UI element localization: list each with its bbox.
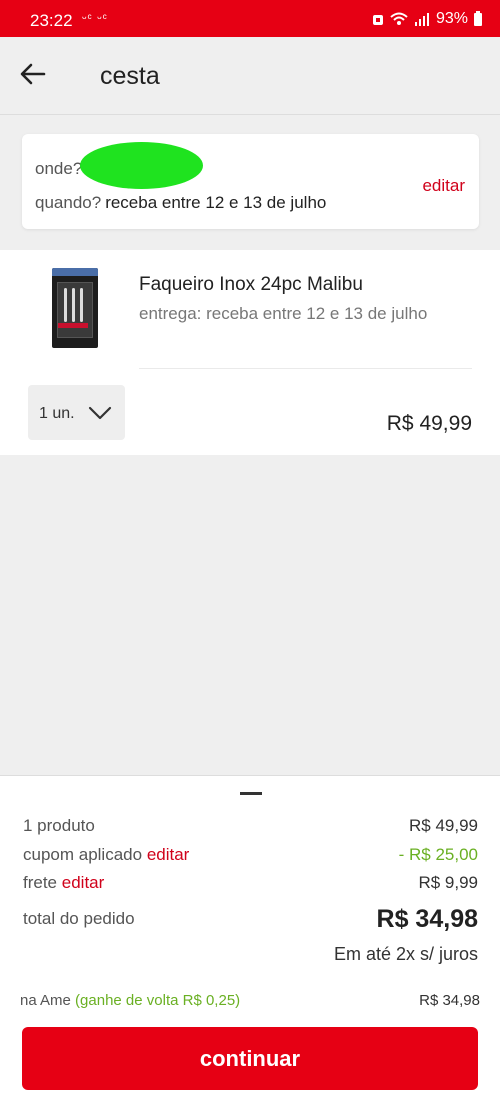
quando-label: quando? xyxy=(35,193,102,212)
quantity-value: 1 un. xyxy=(39,405,75,422)
installments-text: Em até 2x s/ juros xyxy=(333,944,478,964)
product-image-accent xyxy=(58,323,88,328)
quando-line: quando? receba entre 12 e 13 de julho xyxy=(35,193,326,213)
products-value: R$ 49,99 xyxy=(409,816,478,835)
product-image[interactable] xyxy=(52,268,98,348)
battery-icon xyxy=(474,10,482,26)
signal-icon xyxy=(414,13,429,26)
order-summary-sheet: 1 produto R$ 49,99 cupom aplicado editar… xyxy=(0,775,500,1111)
sheet-drag-handle[interactable] xyxy=(240,792,262,795)
product-image-knife xyxy=(64,288,67,322)
battery-percent: 93% xyxy=(435,10,468,27)
redacted-address xyxy=(80,142,203,189)
page-title: cesta xyxy=(100,62,160,90)
product-delivery-info: entrega: receba entre 12 e 13 de julho xyxy=(139,304,428,323)
divider xyxy=(139,368,472,369)
product-name[interactable]: Faqueiro Inox 24pc Malibu xyxy=(139,274,363,296)
notification-icons: ᵕᶜ ᵕᶜ xyxy=(82,11,108,25)
product-image-spoon xyxy=(80,288,83,322)
status-time: 23:22 xyxy=(30,11,73,30)
coupon-value: - R$ 25,00 xyxy=(398,845,478,864)
product-image-fork xyxy=(72,288,75,322)
shipping-row: frete editar R$ 9,99 xyxy=(23,873,478,893)
alarm-icon xyxy=(372,15,383,25)
total-row: total do pedido R$ 34,98 xyxy=(23,905,478,933)
product-image-strip xyxy=(52,268,98,276)
coupon-row: cupom aplicado editar - R$ 25,00 xyxy=(23,845,478,865)
edit-shipping-link[interactable]: editar xyxy=(62,873,105,892)
shipping-value: R$ 9,99 xyxy=(418,873,478,892)
edit-coupon-link[interactable]: editar xyxy=(147,845,190,864)
total-value: R$ 34,98 xyxy=(376,905,478,933)
app-header: cesta xyxy=(0,37,500,115)
delivery-card: onde? quando? receba entre 12 e 13 de jul… xyxy=(22,134,479,229)
chevron-down-icon xyxy=(88,406,112,420)
products-label: 1 produto xyxy=(23,816,95,835)
ame-value: R$ 34,98 xyxy=(419,992,480,1009)
coupon-label: cupom aplicado xyxy=(23,845,143,864)
quantity-select[interactable]: 1 un. xyxy=(28,385,125,440)
ame-cashback: (ganhe de volta R$ 0,25) xyxy=(75,992,241,1009)
status-right: 93% xyxy=(372,10,482,28)
total-label: total do pedido xyxy=(23,909,135,928)
ame-row: na Ame (ganhe de volta R$ 0,25) R$ 34,98 xyxy=(20,992,480,1009)
shipping-label: frete xyxy=(23,873,58,892)
product-image-tray xyxy=(57,282,93,338)
wifi-icon xyxy=(390,12,408,25)
edit-delivery-link[interactable]: editar xyxy=(422,176,465,196)
product-price: R$ 49,99 xyxy=(386,412,472,435)
continue-button[interactable]: continuar xyxy=(22,1027,478,1090)
status-bar: 23:22 ᵕᶜ ᵕᶜ 93% xyxy=(0,0,500,37)
onde-label: onde? xyxy=(35,159,83,178)
back-arrow-icon[interactable] xyxy=(18,59,48,89)
product-panel: Faqueiro Inox 24pc Malibu entrega: receb… xyxy=(0,250,500,455)
products-row: 1 produto R$ 49,99 xyxy=(23,816,478,836)
ame-label: na Ame xyxy=(20,992,71,1009)
quando-value: receba entre 12 e 13 de julho xyxy=(105,193,327,212)
